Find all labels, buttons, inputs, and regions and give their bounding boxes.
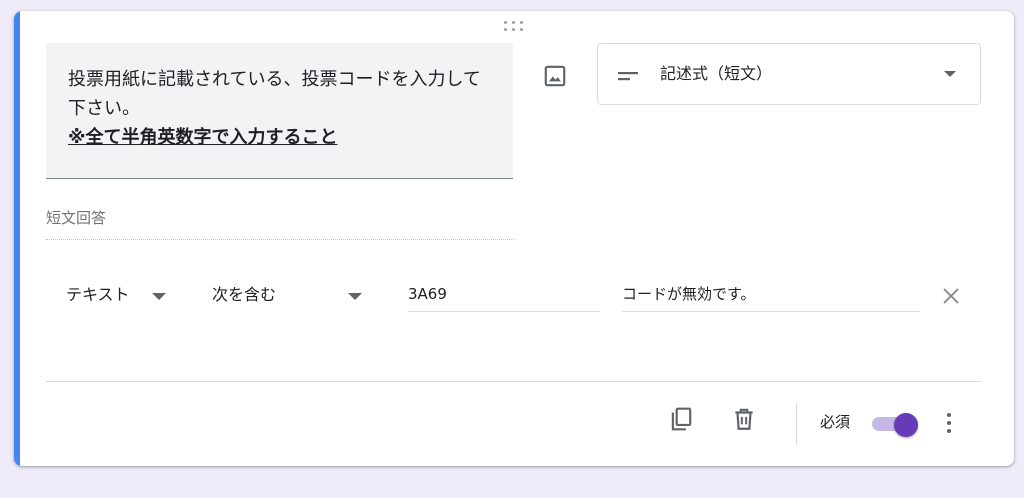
add-image-icon[interactable] [542, 63, 568, 89]
validation-condition-select[interactable]: 次を含む [212, 283, 276, 307]
validation-value-input[interactable]: 3A69 [408, 281, 600, 312]
required-toggle-thumb [894, 413, 918, 437]
short-answer-placeholder: 短文回答 [46, 209, 107, 227]
question-text: 投票用紙に記載されている、投票コードを入力して下さい。 [68, 69, 481, 119]
active-accent-bar [14, 11, 20, 466]
more-vert-icon[interactable] [944, 411, 954, 435]
question-type-label: 記述式（短文） [660, 64, 773, 83]
drag-handle-icon[interactable] [504, 21, 526, 33]
validation-condition-caret-icon[interactable] [348, 293, 362, 300]
short-text-icon [618, 68, 640, 81]
short-answer-preview: 短文回答 [46, 207, 514, 240]
validation-type-caret-icon[interactable] [152, 293, 166, 300]
validation-error-text-input[interactable]: コードが無効です。 [622, 281, 920, 312]
response-validation-row: テキスト 次を含む 3A69 コードが無効です。 [14, 281, 1014, 321]
question-title-field[interactable]: 投票用紙に記載されている、投票コードを入力して下さい。 ※全て半角英数字で入力す… [46, 43, 513, 179]
required-label: 必須 [820, 413, 851, 431]
footer-divider [46, 381, 982, 382]
question-note: ※全て半角英数字で入力すること [68, 127, 338, 148]
required-toggle[interactable] [872, 413, 920, 437]
duplicate-icon[interactable] [668, 406, 694, 432]
validation-value-text: 3A69 [408, 285, 447, 303]
chevron-down-icon [944, 71, 956, 77]
validation-type-select[interactable]: テキスト [66, 283, 130, 307]
question-type-dropdown[interactable]: 記述式（短文） [597, 43, 981, 105]
delete-icon[interactable] [731, 406, 757, 432]
question-card: 投票用紙に記載されている、投票コードを入力して下さい。 ※全て半角英数字で入力す… [14, 11, 1014, 466]
close-icon[interactable] [942, 287, 960, 305]
footer-vertical-divider [796, 403, 797, 445]
validation-error-text: コードが無効です。 [622, 285, 756, 303]
